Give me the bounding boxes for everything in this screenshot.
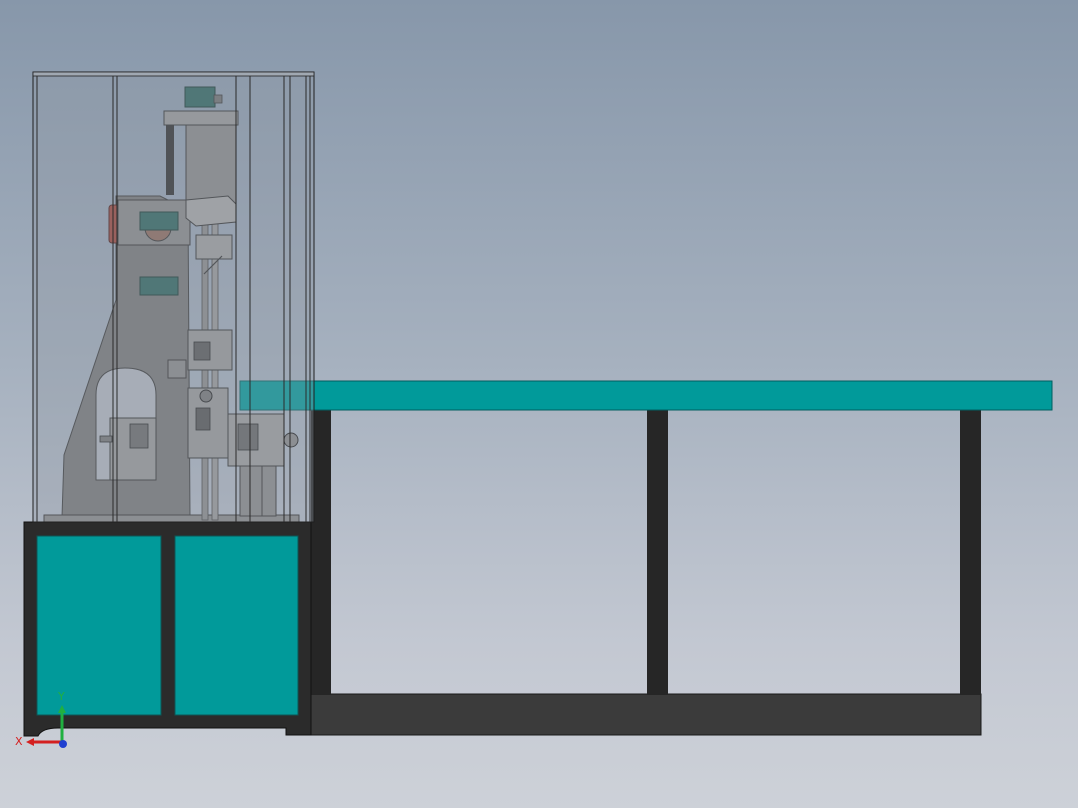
cabinet-panel-left bbox=[36, 535, 162, 716]
table-leg-middle bbox=[647, 409, 668, 695]
cad-viewport[interactable]: X Y bbox=[0, 0, 1078, 808]
conveyor-table bbox=[239, 380, 1053, 736]
triad-x-arrow bbox=[26, 738, 34, 746]
triad-x-label: X bbox=[15, 735, 23, 748]
cad-scene: X Y bbox=[15, 71, 1053, 748]
enclosure-glass bbox=[32, 71, 315, 523]
table-leg-right bbox=[960, 409, 981, 695]
table-bottom-rail bbox=[310, 693, 982, 736]
enclosure-top-rail bbox=[32, 71, 315, 77]
triad-z-axis bbox=[59, 740, 67, 748]
cabinet-panel-right bbox=[174, 535, 299, 716]
triad-y-label: Y bbox=[57, 690, 65, 703]
cabinet-base bbox=[23, 521, 312, 737]
table-top-plate bbox=[239, 380, 1053, 411]
safety-enclosure bbox=[32, 71, 315, 523]
